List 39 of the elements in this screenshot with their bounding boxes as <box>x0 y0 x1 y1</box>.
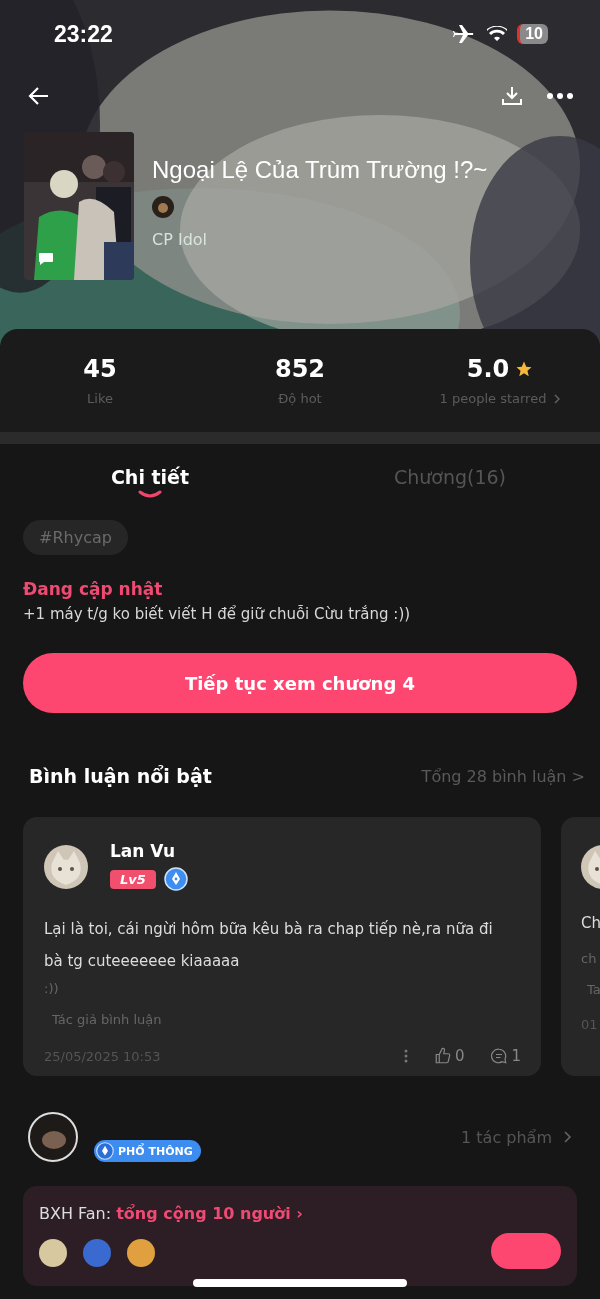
comment-text: Lại là toi, cái ngừi hôm bữa kêu bà ra chap tiếp nè,ra nữa đi bà tg cuteeeeeee kiaaaaa <box>44 919 494 972</box>
tab[interactable]: Chi tiết <box>0 462 300 512</box>
user-name[interactable]: Lan Vu <box>110 841 188 861</box>
stat-value: 852 <box>274 355 326 383</box>
chat-bubble-icon <box>490 1047 509 1065</box>
send-button[interactable] <box>491 1233 561 1269</box>
level-badge: Lv5 <box>110 869 156 889</box>
more-vertical-icon[interactable] <box>403 1049 408 1063</box>
author-comment-tag: Tác giả bình luận <box>44 1012 521 1027</box>
rank-badge: PHỔ THÔNG <box>94 1140 201 1162</box>
comment-text: ch <box>581 951 598 966</box>
chevron-icon <box>564 1131 572 1143</box>
comment-text: :)) <box>44 981 60 996</box>
continue-reading-button[interactable]: Tiếp tục xem chương 4 <box>23 653 577 713</box>
author-avatar[interactable] <box>28 1112 78 1162</box>
stat-label[interactable]: 1 people starred <box>439 391 547 406</box>
tab-indicator <box>138 490 162 498</box>
tab[interactable]: Chương(16) <box>300 462 600 512</box>
user-avatar[interactable] <box>44 845 88 889</box>
author-comment-tag: Ta <box>581 982 600 997</box>
hashtag-chip[interactable]: #Rhycap <box>23 520 128 555</box>
comment-text: Ch <box>581 913 600 933</box>
update-status: Đang cập nhật <box>23 579 164 599</box>
thumbs-up-icon <box>433 1047 452 1065</box>
comment-total-link[interactable]: Tổng 28 bình luận > <box>421 766 585 786</box>
stat-label: Độ hot <box>278 391 322 406</box>
star-icon <box>515 360 534 378</box>
section-title: Bình luận nổi bật <box>29 765 212 787</box>
pen-badge-icon <box>163 867 188 891</box>
works-link[interactable]: 1 tác phẩm <box>461 1127 572 1147</box>
like-button[interactable]: 0 <box>433 1047 465 1065</box>
description-text: +1 máy t/g ko biết viết H để giữ chuỗi Cừu trắng :)) <box>23 605 412 623</box>
stat-label: Like <box>87 391 113 406</box>
chevron-icon <box>554 393 561 404</box>
pen-badge-icon <box>96 1142 114 1160</box>
stat-value: 45 <box>83 355 117 383</box>
fan-ranking-link[interactable]: BXH Fan: tổng cộng 10 người › <box>39 1204 303 1223</box>
stat-value: 5.0 <box>466 355 510 383</box>
reply-button[interactable]: 1 <box>490 1047 521 1065</box>
